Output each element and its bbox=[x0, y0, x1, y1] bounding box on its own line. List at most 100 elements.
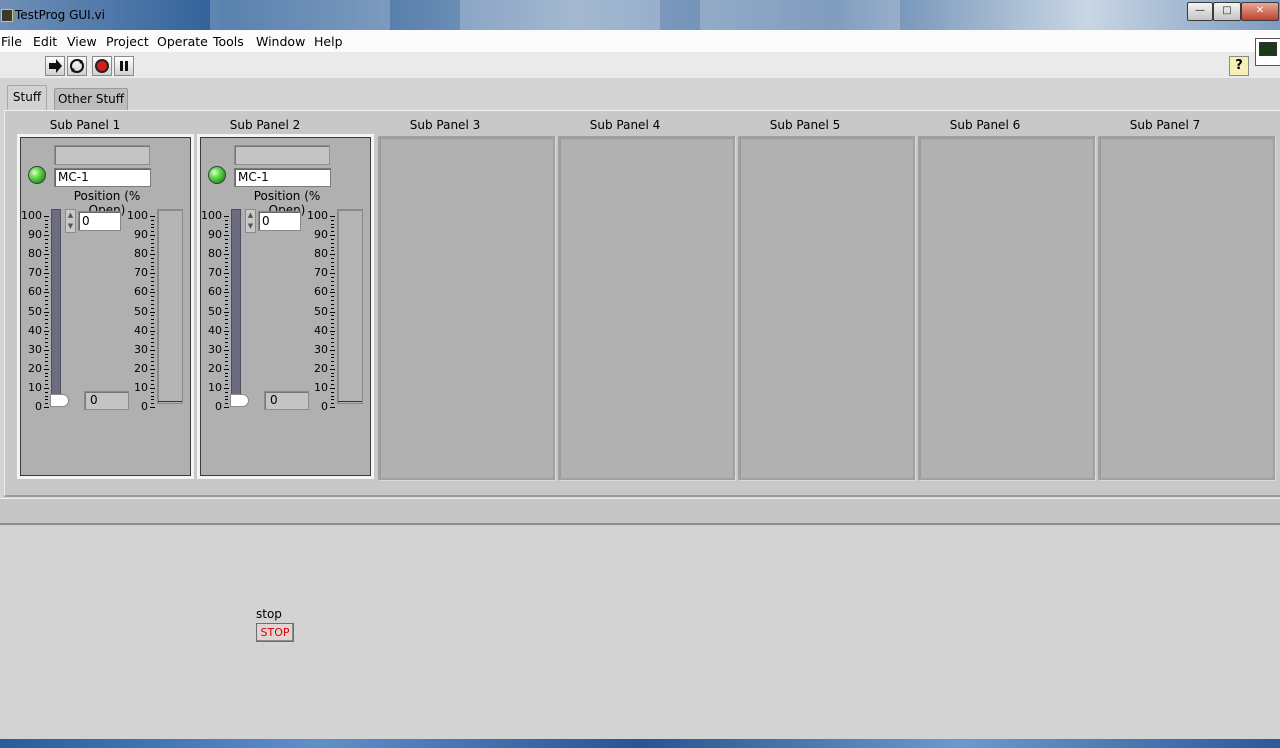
tank-scale-tick bbox=[151, 403, 154, 405]
vi-connector-icon[interactable] bbox=[1255, 38, 1280, 66]
tank-scale-tick bbox=[331, 391, 334, 393]
tank-scale-tick bbox=[151, 277, 154, 279]
minimize-button[interactable]: — bbox=[1187, 2, 1213, 21]
sub-panel-label: Sub Panel 2 bbox=[229, 118, 301, 132]
sub-panel-label: Sub Panel 4 bbox=[589, 118, 661, 132]
run-icon bbox=[49, 59, 62, 73]
tank-scale-tick bbox=[331, 315, 334, 317]
slider-scale-label: 70 bbox=[28, 266, 42, 280]
run-button[interactable] bbox=[45, 56, 65, 76]
tank-scale-tick bbox=[331, 345, 334, 347]
run-continuously-icon bbox=[70, 59, 84, 73]
position-slider-thumb[interactable] bbox=[50, 394, 69, 407]
slider-scale-tick bbox=[225, 315, 228, 317]
decrement-arrow-icon[interactable]: ▼ bbox=[246, 221, 255, 232]
tank-scale-tick bbox=[151, 334, 154, 336]
tank-scale-tick bbox=[150, 216, 155, 217]
slider-scale-tick bbox=[225, 384, 228, 386]
slider-scale-tick bbox=[45, 265, 48, 267]
tank-scale-tick bbox=[151, 296, 154, 298]
tank-scale-tick bbox=[150, 254, 155, 256]
slider-scale-tick bbox=[45, 376, 48, 378]
slider-scale-tick bbox=[225, 391, 228, 393]
tank-scale-tick bbox=[151, 265, 154, 267]
stop-button[interactable]: STOP bbox=[256, 623, 294, 642]
position-control-input[interactable]: 0 bbox=[258, 211, 301, 231]
slider-scale-tick bbox=[225, 288, 228, 290]
slider-scale-tick bbox=[225, 250, 228, 252]
menu-help[interactable]: Help bbox=[314, 34, 343, 49]
slider-scale-tick bbox=[225, 338, 228, 340]
slider-scale-tick bbox=[225, 307, 228, 309]
slider-scale-label: 80 bbox=[208, 247, 222, 261]
tank-scale-tick bbox=[331, 372, 334, 374]
menu-operate[interactable]: Operate bbox=[157, 34, 208, 49]
tank-scale-tick bbox=[331, 269, 334, 271]
slider-scale-tick bbox=[44, 368, 49, 370]
maximize-button[interactable]: □ bbox=[1213, 2, 1241, 21]
tab-stuff[interactable]: Stuff bbox=[7, 85, 47, 112]
slider-scale-tick bbox=[225, 300, 228, 302]
increment-decrement-spinner[interactable]: ▲ ▼ bbox=[245, 209, 256, 233]
slider-scale-tick bbox=[45, 261, 48, 263]
tank-scale-tick bbox=[150, 311, 155, 313]
tab-other-stuff[interactable]: Other Stuff bbox=[54, 88, 128, 112]
sub-panel-empty bbox=[918, 136, 1095, 480]
increment-arrow-icon[interactable]: ▲ bbox=[66, 210, 75, 221]
tank-scale-tick bbox=[151, 269, 154, 271]
slider-scale-tick bbox=[224, 292, 229, 294]
tank-scale-tick bbox=[151, 223, 154, 225]
abort-button[interactable] bbox=[92, 56, 112, 76]
tank-scale-tick bbox=[331, 361, 334, 363]
tank-level-fill bbox=[158, 401, 182, 402]
slider-scale-tick bbox=[224, 254, 229, 256]
pause-button[interactable] bbox=[114, 56, 134, 76]
tank-level-fill bbox=[338, 401, 362, 402]
tank-scale-tick bbox=[151, 342, 154, 344]
tank-scale-tick bbox=[151, 380, 154, 382]
menu-window[interactable]: Window bbox=[256, 34, 305, 49]
tank-scale-tick bbox=[331, 353, 334, 355]
slider-scale-tick bbox=[45, 380, 48, 382]
slider-scale-tick bbox=[45, 384, 48, 386]
valve-name-field[interactable]: MC-1 bbox=[54, 168, 151, 187]
tank-scale-tick bbox=[331, 261, 334, 263]
slider-scale-tick bbox=[225, 284, 228, 286]
slider-scale-tick bbox=[45, 338, 48, 340]
position-slider-track[interactable] bbox=[51, 209, 61, 407]
pause-icon bbox=[120, 61, 128, 71]
sub-panel-label: Sub Panel 7 bbox=[1129, 118, 1201, 132]
context-help-button[interactable]: ? bbox=[1229, 56, 1249, 76]
slider-scale-label: 60 bbox=[28, 285, 42, 299]
string-indicator bbox=[54, 145, 150, 165]
increment-decrement-spinner[interactable]: ▲ ▼ bbox=[65, 209, 76, 233]
tank-scale-label: 40 bbox=[134, 323, 148, 337]
tank-scale-label: 50 bbox=[314, 304, 328, 318]
slider-scale-tick bbox=[45, 303, 48, 305]
panel-splitter[interactable] bbox=[0, 498, 1280, 525]
tank-scale-tick bbox=[151, 231, 154, 233]
slider-scale-tick bbox=[45, 269, 48, 271]
slider-scale-label: 30 bbox=[208, 342, 222, 356]
tank-scale-tick bbox=[151, 361, 154, 363]
menu-file[interactable]: File bbox=[1, 34, 22, 49]
valve-name-field[interactable]: MC-1 bbox=[234, 168, 331, 187]
status-led bbox=[28, 166, 46, 184]
menu-edit[interactable]: Edit bbox=[33, 34, 57, 49]
position-tank-indicator bbox=[337, 209, 363, 404]
tank-scale-tick bbox=[331, 338, 334, 340]
position-slider-thumb[interactable] bbox=[230, 394, 249, 407]
increment-arrow-icon[interactable]: ▲ bbox=[246, 210, 255, 221]
slider-scale-tick bbox=[45, 322, 48, 324]
position-slider-track[interactable] bbox=[231, 209, 241, 407]
run-continuously-button[interactable] bbox=[67, 56, 87, 76]
decrement-arrow-icon[interactable]: ▼ bbox=[66, 221, 75, 232]
sub-panel-label: Sub Panel 3 bbox=[409, 118, 481, 132]
menu-project[interactable]: Project bbox=[106, 34, 149, 49]
tank-scale-tick bbox=[331, 288, 334, 290]
slider-scale-tick bbox=[45, 231, 48, 233]
menu-view[interactable]: View bbox=[67, 34, 97, 49]
close-button[interactable]: ✕ bbox=[1241, 2, 1279, 21]
position-control-input[interactable]: 0 bbox=[78, 211, 121, 231]
menu-tools[interactable]: Tools bbox=[213, 34, 244, 49]
